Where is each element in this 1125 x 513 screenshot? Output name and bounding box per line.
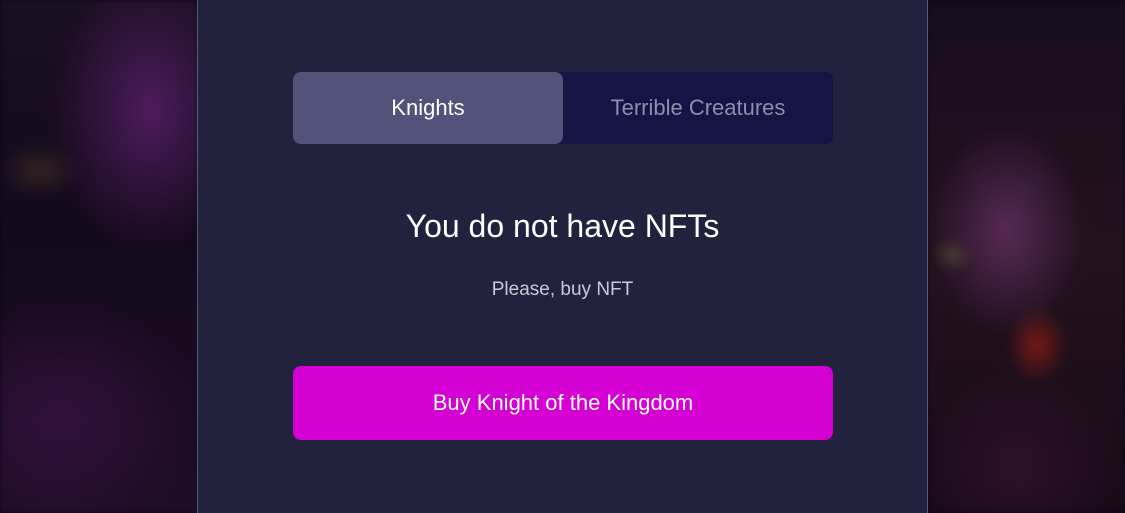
empty-state-title: You do not have NFTs <box>405 208 720 244</box>
background-art-right <box>927 0 1125 513</box>
empty-state-subtitle: Please, buy NFT <box>491 279 634 300</box>
page: Knights Terrible Creatures You do not ha… <box>0 0 1125 513</box>
nft-panel: Knights Terrible Creatures You do not ha… <box>197 0 928 513</box>
tab-knights[interactable]: Knights <box>293 72 563 144</box>
tab-terrible-creatures[interactable]: Terrible Creatures <box>563 72 833 144</box>
buy-knight-button[interactable]: Buy Knight of the Kingdom <box>293 366 833 440</box>
collection-tabs: Knights Terrible Creatures <box>293 72 833 144</box>
background-art-left <box>0 0 198 513</box>
